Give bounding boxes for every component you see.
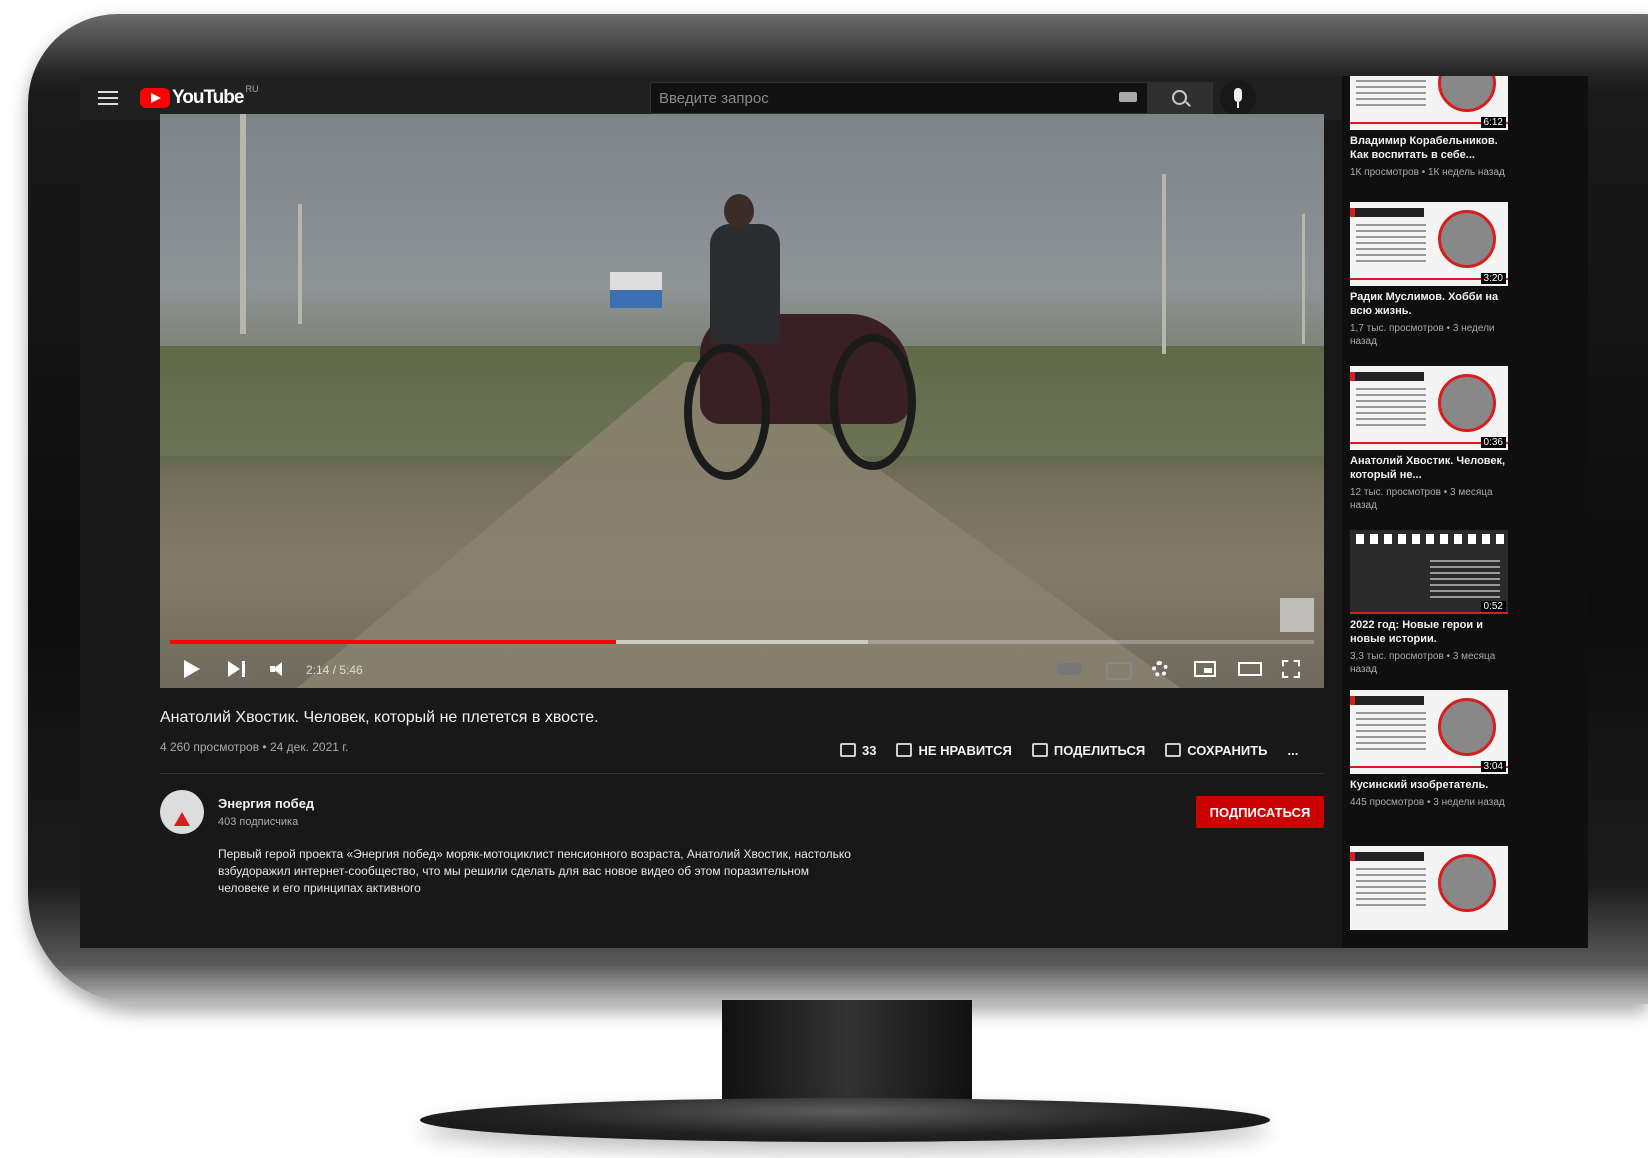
recommendation-card[interactable]: 0:52 2022 год: Новые герои и новые истор… bbox=[1350, 530, 1582, 676]
progress-played bbox=[170, 640, 617, 644]
portrait-image bbox=[1438, 854, 1496, 912]
dislike-button[interactable]: НЕ НРАВИТСЯ bbox=[896, 742, 1012, 758]
youtube-logo[interactable]: YouTube RU bbox=[140, 84, 259, 110]
like-button[interactable]: 33 bbox=[840, 743, 876, 758]
recommendation-title[interactable]: Владимир Корабельников. Как воспитать в … bbox=[1350, 134, 1508, 162]
recommendation-thumbnail[interactable]: 6:12 bbox=[1350, 76, 1508, 130]
portrait-image bbox=[1438, 698, 1496, 756]
player-controls: 2:14 / 5:46 bbox=[160, 650, 1324, 688]
share-icon bbox=[1031, 743, 1048, 757]
logo-region: RU bbox=[245, 84, 259, 94]
video-description: Первый герой проекта «Энергия побед» мор… bbox=[218, 847, 851, 895]
save-button[interactable]: СОХРАНИТЬ bbox=[1165, 742, 1268, 758]
video-duration: 0:52 bbox=[1480, 601, 1506, 612]
logo-text: YouTube bbox=[172, 87, 244, 108]
thumbs-up-icon bbox=[840, 743, 856, 757]
autoplay-toggle-icon[interactable] bbox=[1056, 663, 1082, 675]
channel-watermark[interactable] bbox=[1280, 598, 1314, 632]
portrait-image bbox=[1438, 76, 1496, 112]
recommendation-title[interactable]: Анатолий Хвостик. Человек, который не... bbox=[1350, 454, 1508, 482]
brand-banner bbox=[1350, 372, 1424, 381]
video-duration: 3:04 bbox=[1480, 761, 1506, 772]
voice-search-mic-icon[interactable] bbox=[1220, 80, 1256, 116]
recommendation-card[interactable]: 3:04 Кусинский изобретатель. 445 просмот… bbox=[1350, 690, 1582, 809]
recommendation-card[interactable]: 6:12 Владимир Корабельников. Как воспита… bbox=[1350, 76, 1582, 179]
more-actions-label: ... bbox=[1287, 742, 1299, 758]
video-frame-pole bbox=[1162, 174, 1166, 354]
recommendation-meta: 445 просмотров • 3 недели назад bbox=[1350, 797, 1505, 808]
recommendation-meta: 3,3 тыс. просмотров • 3 месяца назад bbox=[1350, 651, 1496, 675]
brand-banner bbox=[1350, 696, 1424, 705]
recommendation-thumbnail[interactable]: 3:04 bbox=[1350, 690, 1508, 774]
time-display: 2:14 / 5:46 bbox=[306, 663, 363, 677]
recommendation-title[interactable]: Кусинский изобретатель. bbox=[1350, 778, 1508, 792]
channel-name[interactable]: Энергия побед bbox=[218, 796, 314, 811]
next-bar bbox=[242, 661, 245, 677]
theater-mode-icon[interactable] bbox=[1238, 662, 1262, 676]
share-button[interactable]: ПОДЕЛИТЬСЯ bbox=[1031, 742, 1146, 758]
recommendations-sidebar: 6:12 Владимир Корабельников. Как воспита… bbox=[1342, 76, 1588, 948]
hamburger-menu-icon[interactable] bbox=[98, 88, 118, 106]
next-icon[interactable] bbox=[228, 661, 240, 677]
video-frame-pole bbox=[240, 114, 246, 334]
recommendation-meta: 1,7 тыс. просмотров • 3 недели назад bbox=[1350, 323, 1495, 347]
recommendation-card[interactable]: 3:20 Радик Муслимов. Хобби на всю жизнь.… bbox=[1350, 202, 1582, 348]
monitor-stand-base bbox=[420, 1098, 1270, 1142]
video-player[interactable]: 2:14 / 5:46 bbox=[160, 114, 1324, 688]
video-meta: 4 260 просмотров • 24 дек. 2021 г. bbox=[160, 740, 349, 754]
video-frame-pole bbox=[1302, 214, 1305, 344]
recommendation-thumbnail[interactable]: 0:36 bbox=[1350, 366, 1508, 450]
channel-avatar[interactable] bbox=[160, 790, 204, 834]
share-label: ПОДЕЛИТЬСЯ bbox=[1053, 742, 1146, 758]
video-duration: 6:12 bbox=[1480, 117, 1506, 128]
video-frame-pole bbox=[298, 204, 302, 324]
brand-banner bbox=[1350, 852, 1424, 861]
video-title: Анатолий Хвостик. Человек, который не пл… bbox=[160, 709, 599, 726]
subscribe-button[interactable]: ПОДПИСАТЬСЯ bbox=[1196, 796, 1324, 828]
thumbs-down-icon bbox=[896, 743, 913, 757]
keyboard-icon[interactable] bbox=[1119, 92, 1137, 102]
recommendation-card[interactable]: 0:36 Анатолий Хвостик. Человек, который … bbox=[1350, 366, 1582, 512]
settings-gear-icon[interactable] bbox=[1152, 661, 1168, 677]
fullscreen-icon[interactable] bbox=[1282, 660, 1300, 678]
save-label: СОХРАНИТЬ bbox=[1187, 742, 1268, 758]
volume-icon[interactable] bbox=[270, 662, 282, 676]
progress-bar[interactable] bbox=[170, 640, 1314, 644]
search-input[interactable] bbox=[657, 83, 1091, 113]
like-count: 33 bbox=[862, 742, 877, 758]
playlist-add-icon bbox=[1165, 743, 1182, 757]
channel-subscribers: 403 подписчика bbox=[218, 816, 299, 828]
search-button[interactable] bbox=[1147, 82, 1213, 116]
dislike-label: НЕ НРАВИТСЯ bbox=[918, 742, 1012, 758]
miniplayer-icon[interactable] bbox=[1194, 661, 1216, 677]
recommendation-title[interactable]: 2022 год: Новые герои и новые истории. bbox=[1350, 618, 1508, 646]
divider bbox=[160, 773, 1324, 774]
video-frame-motorcyclist bbox=[610, 154, 940, 480]
recommendation-thumbnail[interactable] bbox=[1350, 846, 1508, 930]
monitor-stand-neck bbox=[722, 1000, 972, 1110]
recommendation-thumbnail[interactable]: 3:20 bbox=[1350, 202, 1508, 286]
portrait-image bbox=[1438, 210, 1496, 268]
more-actions-button[interactable]: ... bbox=[1288, 743, 1299, 758]
recommendation-thumbnail[interactable]: 0:52 bbox=[1350, 530, 1508, 614]
search-icon bbox=[1172, 90, 1187, 105]
video-duration: 0:36 bbox=[1480, 437, 1506, 448]
recommendation-card[interactable] bbox=[1350, 846, 1582, 930]
video-actions: 33 НЕ НРАВИТСЯ ПОДЕЛИТЬСЯ СОХРАНИТЬ ... bbox=[840, 740, 1298, 760]
recommendation-meta: 1К просмотров • 1К недель назад bbox=[1350, 167, 1505, 178]
recommendation-meta: 12 тыс. просмотров • 3 месяца назад bbox=[1350, 487, 1493, 511]
recommendation-title[interactable]: Радик Муслимов. Хобби на всю жизнь. bbox=[1350, 290, 1508, 318]
subtitles-icon[interactable] bbox=[1106, 662, 1132, 680]
video-duration: 3:20 bbox=[1480, 273, 1506, 284]
portrait-image bbox=[1438, 374, 1496, 432]
brand-banner bbox=[1350, 208, 1424, 217]
screen: YouTube RU Введите запрос 2:14 / 5:46 Ан… bbox=[80, 76, 1588, 948]
youtube-play-icon bbox=[140, 88, 170, 108]
search-box bbox=[650, 82, 1148, 114]
play-icon[interactable] bbox=[184, 660, 200, 678]
